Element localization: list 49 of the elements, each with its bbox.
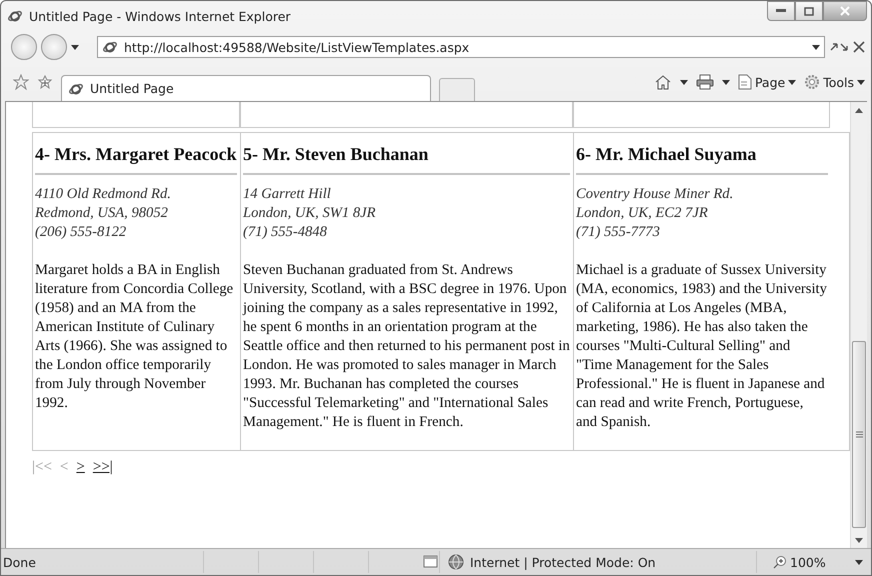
scroll-down-icon[interactable] — [855, 538, 863, 542]
stop-icon[interactable] — [853, 41, 865, 53]
maximize-button[interactable] — [795, 1, 823, 21]
caret-icon[interactable] — [855, 560, 863, 564]
command-menu[interactable]: Page — [738, 74, 796, 90]
caret-icon[interactable] — [812, 44, 820, 50]
scrollbar[interactable] — [850, 102, 867, 548]
employee-address: Coventry House Miner Rd. London, UK, EC2 7JR (71) 555-7773 — [576, 185, 734, 242]
globe-icon — [448, 554, 464, 570]
security-zone-text: Internet | Protected Mode: On — [470, 554, 656, 570]
pager-link[interactable]: > — [76, 459, 85, 476]
window-title: Untitled Page - Windows Internet Explorer — [29, 8, 292, 24]
caret-icon[interactable] — [680, 80, 688, 84]
caret-icon — [788, 80, 796, 84]
scroll-up-icon[interactable] — [855, 108, 863, 112]
caret-icon[interactable] — [71, 44, 79, 50]
minimize-button[interactable] — [767, 1, 795, 21]
employee-heading: 4- Mrs. Margaret Peacock — [35, 143, 237, 175]
employee-address: 14 Garrett Hill London, UK, SW1 8JR (71) 555-4848 — [243, 185, 377, 242]
add-favorite-icon[interactable] — [37, 74, 53, 90]
back-button[interactable] — [11, 34, 37, 60]
home-icon[interactable] — [654, 74, 672, 90]
gear-icon — [804, 74, 820, 90]
caret-icon[interactable] — [722, 80, 730, 84]
minimize-icon — [776, 9, 786, 13]
popup-blocker-icon[interactable] — [423, 555, 439, 569]
browser-tab[interactable]: Untitled Page — [61, 75, 431, 101]
browser-logo-icon — [7, 8, 23, 24]
employee-bio: Steven Buchanan graduated from St. Andrews University, Scotland, with a BSC degree in 1976. Upon joining the company as a sales representative in 1992, he spent 6 months in an orientation program at the Seattle office and then returned to his permanent post in London. He was promoted to sales manager in March 1993. Mr. Buchanan has completed the courses "Successful Telemarketing" and "International Sales Management." He is fluent in French. — [243, 261, 570, 432]
maximize-icon — [804, 6, 814, 16]
pager-link[interactable]: >>| — [92, 459, 113, 476]
employee-heading: 6- Mr. Michael Suyama — [576, 143, 828, 175]
command-menu[interactable]: Tools — [804, 74, 865, 90]
grip-icon — [856, 431, 862, 438]
employee-bio: Michael is a graduate of Sussex University (MA, economics, 1983) and the University of California at Los Angeles (MBA, marketing, 1986). He has also taken the courses "Multi-Cultural Selling" and "Time Management for the Sales Professional." He is fluent in Japanese and can read and write French, Portuguese, and Spanish. — [576, 261, 828, 432]
employee-bio: Margaret holds a BA in English literature from Concordia College (1958) and an MA from the American Institute of Culinary Arts (1966). She was assigned to the London office temporarily from July through November 1992. — [35, 261, 234, 413]
page-icon — [738, 74, 752, 90]
close-icon — [840, 6, 850, 16]
star-icon[interactable] — [13, 74, 29, 90]
status-text: Done — [2, 554, 37, 570]
zoom-level[interactable]: 100% — [790, 554, 826, 570]
address-field[interactable]: http://localhost:49588/Website/ListViewTemplates.aspx — [97, 36, 825, 58]
browser-logo-icon — [102, 39, 118, 55]
employee-heading: 5- Mr. Steven Buchanan — [243, 143, 570, 175]
print-icon[interactable] — [696, 74, 714, 90]
caret-icon — [857, 80, 865, 84]
employee-address: 4110 Old Redmond Rd. Redmond, USA, 98052 (206) 555-8122 — [35, 185, 172, 242]
zoom-icon[interactable] — [773, 555, 787, 569]
close-button[interactable] — [823, 1, 867, 21]
